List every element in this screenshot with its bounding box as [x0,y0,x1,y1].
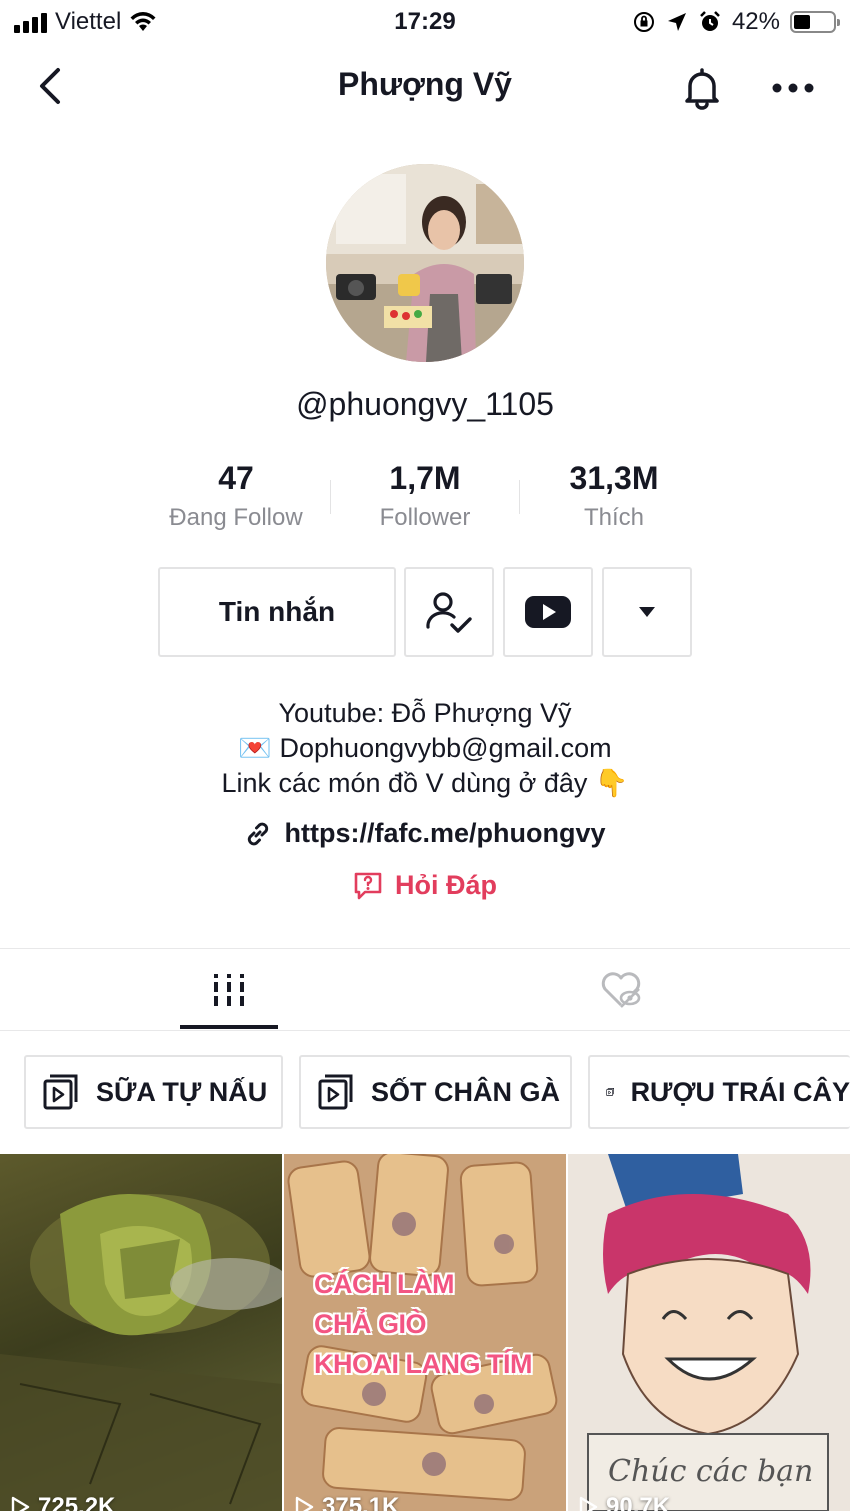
playlist-icon [318,1074,353,1110]
youtube-icon [525,596,571,628]
play-icon [295,1496,314,1511]
user-check-icon [426,592,472,633]
stat-followers[interactable]: 1,7M Follower [335,458,515,536]
likes-label: Thích [583,504,645,531]
bell-icon[interactable] [678,64,726,112]
followers-count: 1,7M [389,460,461,496]
playlist-icon [43,1074,78,1110]
bio-line: Link các món đồ V dùng ở đây 👇 [221,768,629,798]
message-button[interactable]: Tin nhắn [158,567,396,657]
more-options-icon[interactable] [768,68,818,108]
following-count: 47 [218,460,254,496]
playlist-label: RƯỢU TRÁI CÂY [630,1076,850,1107]
profile-username: @phuongvy_1105 [296,386,554,422]
active-tab-indicator [180,1025,278,1029]
stat-following[interactable]: 47 Đang Follow [146,458,326,536]
caret-down-icon [639,607,655,617]
link-icon [248,822,269,845]
overlay-line: CHẢ GIÒ [314,1309,427,1339]
following-status-button[interactable] [404,567,494,657]
divider [0,948,850,949]
playlist-label: SỮA TỰ NẤU [96,1076,268,1107]
play-icon [11,1496,30,1511]
play-icon [579,1496,598,1511]
bio-line: 💌 Dophuongvybb@gmail.com [238,733,612,763]
view-count-text: 725,2K [38,1493,116,1511]
view-count: 90,7K [578,1493,670,1511]
video-caption-overlay: CÁCH LÀM CHẢ GIÒ KHOAI LANG TÍM [314,1264,532,1384]
qa-button[interactable]: Hỏi Đáp [0,870,850,901]
status-bar: Viettel 17:29 42% [0,0,850,44]
video-thumbnail[interactable]: Chúc các bạn 90,7K [568,1154,850,1511]
tab-videos[interactable] [180,950,278,1030]
overlay-line: KHOAI LANG TÍM [314,1349,532,1379]
view-count: 375,1K [294,1493,399,1511]
tab-liked[interactable] [572,950,670,1030]
followers-label: Follower [379,504,471,531]
question-bubble-icon [354,872,382,899]
playlist-chip[interactable]: RƯỢU TRÁI CÂY [588,1055,850,1129]
view-count-text: 375,1K [322,1493,400,1511]
profile-bio: Youtube: Đỗ Phượng Vỹ 💌 Dophuongvybb@gma… [0,696,850,801]
overlay-line: CÁCH LÀM [314,1269,454,1299]
playlist-icon [606,1088,614,1096]
video-thumbnail[interactable]: 725,2K [0,1154,282,1511]
video-cover [0,1194,282,1511]
video-thumbnail[interactable]: CÁCH LÀM CHẢ GIÒ KHOAI LANG TÍM 375,1K [284,1154,566,1511]
qa-label: Hỏi Đáp [394,870,497,900]
divider [0,1030,850,1031]
bio-link-text: https://fafc.me/phuongvy [284,818,606,848]
avatar[interactable] [326,164,524,362]
likes-count: 31,3M [569,460,659,496]
alarm-icon [700,11,720,31]
orientation-lock-icon [633,12,654,32]
youtube-button[interactable] [503,567,593,657]
bio-link[interactable]: https://fafc.me/phuongvy [0,818,850,849]
view-count: 725,2K [10,1493,115,1511]
battery-percent: 42% [731,8,780,35]
drawn-caption: Chúc các bạn [608,1454,814,1489]
avatar-photo [326,164,524,362]
stat-divider [519,480,520,514]
grid-icon [214,974,244,1006]
status-right: 42% [632,8,840,36]
battery-icon [790,11,840,33]
view-count-text: 90,7K [606,1493,671,1511]
stat-divider [330,480,331,514]
profile-stats: 47 Đang Follow 1,7M Follower 31,3M Thích [0,458,850,538]
nav-bar: Phượng Vỹ [0,54,850,118]
location-icon [667,13,686,31]
playlist-chip[interactable]: SỮA TỰ NẤU [24,1055,283,1129]
suggested-accounts-button[interactable] [602,567,692,657]
bio-line: Youtube: Đỗ Phượng Vỹ [278,698,572,728]
playlist-label: SỐT CHÂN GÀ [371,1076,560,1107]
playlist-chip[interactable]: SỐT CHÂN GÀ [299,1055,572,1129]
following-label: Đang Follow [169,504,303,531]
stat-likes[interactable]: 31,3M Thích [524,458,704,536]
liked-hidden-icon [601,972,641,1008]
